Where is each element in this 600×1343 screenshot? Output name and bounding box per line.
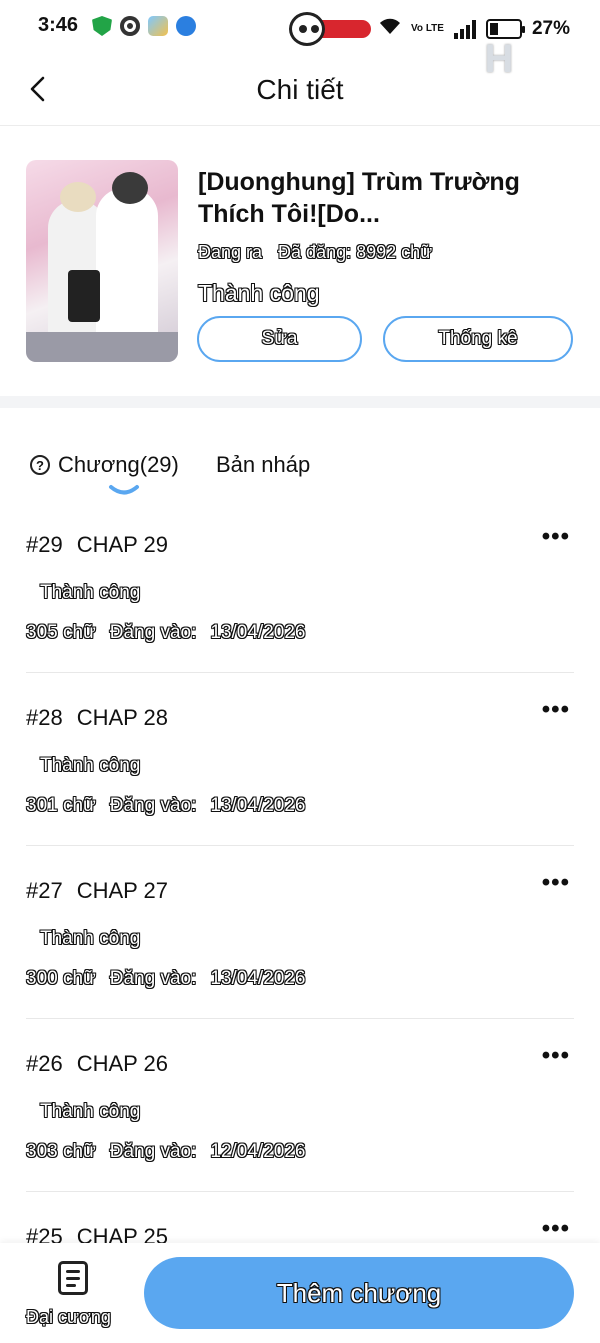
chapter-meta: 301 chữ Đăng vào: 13/04/2026	[26, 795, 305, 817]
outline-button[interactable]: Đại cương	[20, 1259, 120, 1339]
chapter-word-count: 305 chữ	[26, 622, 96, 643]
chapter-title: #29 CHAP 29	[26, 532, 168, 558]
chapter-title: #26 CHAP 26	[26, 1051, 168, 1077]
book-meta: Đang ra Đã đăng: 8992 chữ	[198, 242, 432, 263]
chapter-word-count: 301 chữ	[26, 795, 96, 816]
chapter-status: Thành công	[40, 928, 141, 949]
chapter-date-label: Đăng vào:	[109, 622, 197, 643]
chapter-item[interactable]: #26 CHAP 26 ••• Thành công 303 chữ Đăng …	[26, 1019, 574, 1192]
document-icon	[58, 1261, 88, 1295]
status-time: 3:46	[38, 14, 79, 36]
chapter-number: #28	[26, 705, 63, 730]
tab-bar: ? Chương(29) Bản nháp	[0, 440, 600, 500]
chapter-meta: 303 chữ Đăng vào: 12/04/2026	[26, 1141, 305, 1163]
edit-button[interactable]: Sửa	[197, 316, 362, 362]
page-title: Chi tiết	[256, 74, 344, 105]
section-divider	[0, 396, 600, 408]
tab-drafts-label: Bản nháp	[216, 452, 311, 477]
add-chapter-button[interactable]: Thêm chương	[144, 1257, 574, 1329]
chrome-icon	[120, 16, 140, 36]
chapter-item[interactable]: #29 CHAP 29 ••• Thành công 305 chữ Đăng …	[26, 500, 574, 673]
chapter-number: #27	[26, 878, 63, 903]
chapter-word-count: 300 chữ	[26, 968, 96, 989]
chapter-number: #29	[26, 532, 63, 557]
outline-button-label: Đại cương	[26, 1307, 111, 1327]
add-chapter-label: Thêm chương	[276, 1277, 442, 1308]
chapter-date: 13/04/2026	[210, 622, 306, 643]
header: Chi tiết	[0, 56, 600, 126]
bottom-bar: Đại cương Thêm chương	[0, 1243, 600, 1343]
book-cover[interactable]	[26, 160, 178, 362]
status-bar: 3:46 Vo LTE 27% H	[0, 0, 600, 81]
chapter-date: 13/04/2026	[210, 795, 306, 816]
system-icons: Vo LTE 27%	[289, 12, 570, 46]
chapter-name: CHAP 27	[76, 878, 169, 903]
chapter-title: #27 CHAP 27	[26, 878, 168, 904]
more-options-icon[interactable]: •••	[542, 871, 570, 895]
chapter-date-label: Đăng vào:	[109, 795, 197, 816]
chapter-number: #26	[26, 1051, 63, 1076]
chapter-list: #29 CHAP 29 ••• Thành công 305 chữ Đăng …	[0, 500, 600, 1343]
chapter-name: CHAP 29	[76, 532, 169, 557]
stats-button-label: Thống kê	[438, 328, 518, 349]
tab-drafts[interactable]: Bản nháp	[216, 452, 310, 478]
tab-active-indicator	[109, 485, 139, 495]
book-card: [Duonghung] Trùm Trường Thích Tôi![Do...…	[0, 126, 600, 396]
chapter-date-label: Đăng vào:	[109, 1141, 197, 1162]
more-options-icon[interactable]: •••	[542, 698, 570, 722]
chapter-date-label: Đăng vào:	[109, 968, 197, 989]
chapter-name: CHAP 28	[76, 705, 169, 730]
chapter-item[interactable]: #27 CHAP 27 ••• Thành công 300 chữ Đăng …	[26, 846, 574, 1019]
app-notification-icon	[176, 16, 196, 36]
more-options-icon[interactable]: •••	[542, 1217, 570, 1241]
help-icon[interactable]: ?	[30, 455, 50, 475]
chapter-item[interactable]: #28 CHAP 28 ••• Thành công 301 chữ Đăng …	[26, 673, 574, 846]
book-title: [Duonghung] Trùm Trường Thích Tôi![Do...	[198, 168, 520, 228]
shield-icon	[92, 16, 112, 36]
chapter-date: 13/04/2026	[210, 968, 306, 989]
tab-chapters-label: Chương(29)	[58, 452, 179, 477]
edit-button-label: Sửa	[261, 328, 298, 349]
book-status: Thành công	[198, 280, 320, 306]
panda-sticker-icon	[289, 12, 371, 46]
chapter-name: CHAP 26	[76, 1051, 169, 1076]
notification-icons	[92, 16, 196, 36]
battery-percent: 27%	[531, 18, 570, 39]
chapter-meta: 300 chữ Đăng vào: 13/04/2026	[26, 968, 305, 990]
book-word-count: Đã đăng: 8992 chữ	[278, 242, 433, 262]
chapter-title: #28 CHAP 28	[26, 705, 168, 731]
stats-button[interactable]: Thống kê	[383, 316, 573, 362]
signal-icon	[453, 19, 476, 39]
weather-icon	[148, 16, 168, 36]
chapter-status: Thành công	[40, 582, 141, 603]
more-options-icon[interactable]: •••	[542, 1044, 570, 1068]
chapter-status: Thành công	[40, 1101, 141, 1122]
chapter-status: Thành công	[40, 755, 141, 776]
more-options-icon[interactable]: •••	[542, 525, 570, 549]
wifi-icon	[379, 18, 401, 41]
book-state: Đang ra	[198, 242, 263, 262]
chapter-date: 12/04/2026	[210, 1141, 306, 1162]
chapter-meta: 305 chữ Đăng vào: 13/04/2026	[26, 622, 305, 644]
network-type-label: Vo LTE	[411, 23, 444, 34]
chapter-word-count: 303 chữ	[26, 1141, 96, 1162]
tab-chapters[interactable]: ? Chương(29)	[30, 452, 179, 478]
